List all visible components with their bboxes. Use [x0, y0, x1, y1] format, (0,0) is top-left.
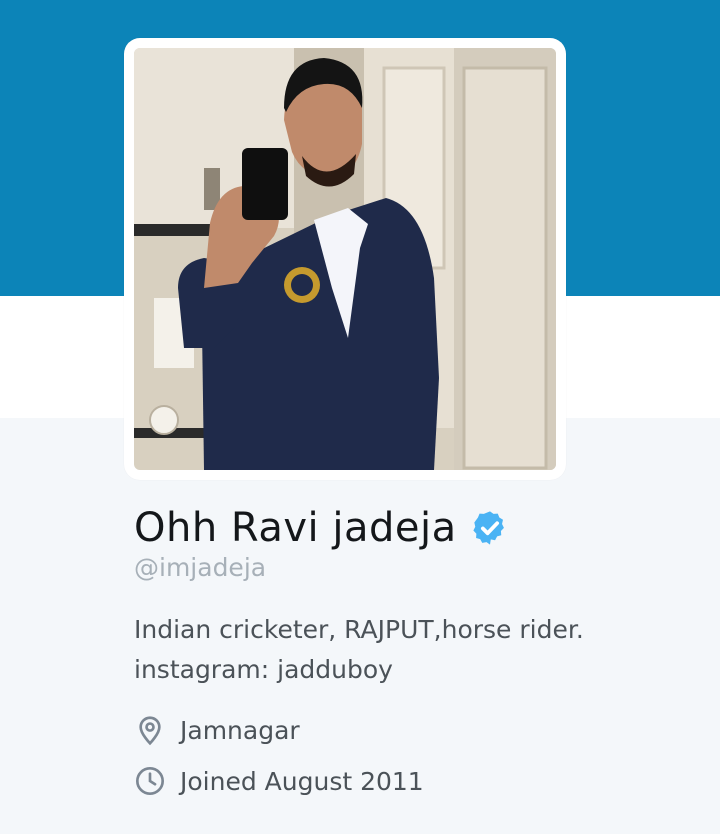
verified-badge-icon [472, 511, 504, 545]
profile-location: Jamnagar [134, 712, 300, 748]
profile-bio: Indian cricketer, RAJPUT,horse rider. in… [134, 610, 694, 690]
location-text: Jamnagar [180, 715, 300, 745]
bio-line: instagram: jadduboy [134, 655, 393, 684]
profile-avatar[interactable] [124, 38, 566, 480]
profile-join-date: Joined August 2011 [134, 763, 424, 799]
clock-icon [136, 767, 164, 795]
profile-name-row: Ohh Ravi jadeja [134, 500, 509, 556]
join-date-text: Joined August 2011 [180, 766, 424, 796]
profile-photo [134, 48, 556, 470]
profile-handle[interactable]: @imjadeja [134, 553, 266, 582]
display-name: Ohh Ravi jadeja [134, 505, 457, 551]
map-pin-icon [139, 716, 161, 746]
bio-line: Indian cricketer, RAJPUT,horse rider. [134, 615, 584, 644]
